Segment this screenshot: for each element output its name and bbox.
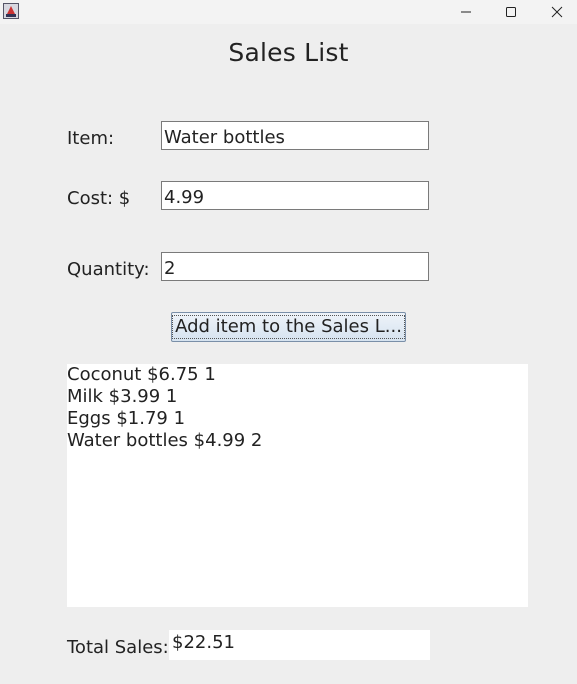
close-icon <box>551 6 563 18</box>
cost-input[interactable] <box>161 181 429 210</box>
add-item-button-label: Add item to the Sales L... <box>172 315 405 339</box>
list-item: Milk $3.99 1 <box>67 386 178 407</box>
sales-list-area[interactable]: Coconut $6.75 1 Milk $3.99 1 Eggs $1.79 … <box>67 364 528 607</box>
list-item: Eggs $1.79 1 <box>67 408 186 429</box>
minimize-button[interactable] <box>443 0 489 24</box>
item-label: Item: <box>67 128 115 149</box>
minimize-icon <box>461 11 471 13</box>
item-input[interactable] <box>161 121 429 150</box>
list-item: Coconut $6.75 1 <box>67 364 216 385</box>
add-item-button[interactable]: Add item to the Sales L... <box>171 312 406 342</box>
java-app-icon[interactable] <box>3 3 19 19</box>
maximize-button[interactable] <box>488 0 534 24</box>
title-bar <box>0 0 577 24</box>
list-item: Water bottles $4.99 2 <box>67 430 263 451</box>
cost-label: Cost: $ <box>67 188 131 209</box>
maximize-icon <box>506 7 516 17</box>
total-sales-field[interactable]: $22.51 <box>169 630 430 660</box>
close-button[interactable] <box>534 0 577 24</box>
page-title: Sales List <box>228 38 349 67</box>
quantity-input[interactable] <box>161 252 429 281</box>
quantity-label: Quantity: <box>67 259 150 280</box>
sales-list-window: Sales List Item: Cost: $ Quantity: Add i… <box>0 0 577 684</box>
total-sales-label: Total Sales: <box>67 637 169 658</box>
